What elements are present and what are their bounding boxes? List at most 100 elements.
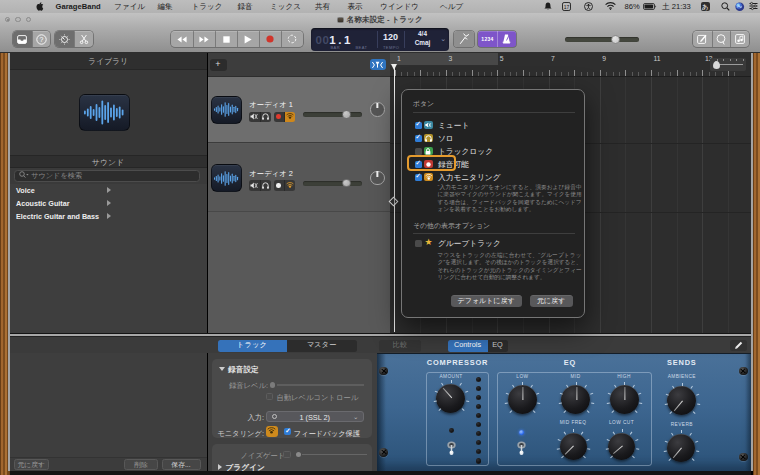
track-solo-button[interactable] bbox=[260, 112, 271, 123]
tab-eq[interactable]: EQ bbox=[488, 340, 508, 352]
tuner-button[interactable] bbox=[454, 31, 474, 47]
quick-help-button[interactable]: ? bbox=[32, 31, 51, 47]
track-lock-checkbox[interactable] bbox=[415, 148, 422, 155]
group-track-checkbox[interactable] bbox=[415, 240, 422, 247]
eq-toggle-switch[interactable] bbox=[515, 438, 528, 457]
recording-level-knob[interactable] bbox=[270, 382, 276, 388]
library-revert-button[interactable]: 元に戻す bbox=[14, 459, 50, 470]
cycle-button[interactable] bbox=[281, 31, 304, 47]
notepad-button[interactable] bbox=[693, 31, 712, 47]
reverb-knob[interactable] bbox=[667, 434, 695, 462]
add-track-button[interactable]: + bbox=[210, 59, 227, 71]
restore-defaults-button[interactable]: デフォルトに戻す bbox=[451, 295, 523, 307]
menu-record[interactable]: 録音 bbox=[238, 2, 253, 12]
section-disclosure-icon[interactable] bbox=[219, 367, 225, 371]
spotlight-search-icon[interactable] bbox=[721, 2, 730, 13]
master-volume-slider[interactable] bbox=[565, 37, 639, 42]
track-solo-button[interactable] bbox=[260, 180, 271, 191]
menu-share[interactable]: 共有 bbox=[315, 2, 330, 12]
library-toggle-button[interactable] bbox=[13, 31, 32, 47]
metronome-button[interactable] bbox=[497, 31, 516, 47]
editors-scissors-button[interactable] bbox=[74, 31, 93, 47]
ambience-knob[interactable] bbox=[667, 386, 696, 415]
tab-master[interactable]: マスター bbox=[287, 340, 357, 352]
recording-settings-header[interactable]: 録音設定 bbox=[228, 365, 259, 375]
noise-gate-knob[interactable] bbox=[296, 452, 301, 457]
sound-category-acoustic-guitar[interactable]: Acoustic Guitar bbox=[10, 197, 207, 210]
horizontal-zoom-slider[interactable] bbox=[710, 58, 746, 71]
track-pan-knob[interactable] bbox=[370, 102, 385, 117]
smart-controls-button[interactable] bbox=[55, 31, 74, 47]
control-center-icon[interactable] bbox=[749, 2, 758, 12]
loop-browser-button[interactable] bbox=[712, 31, 731, 47]
option-row-mute[interactable]: ミュート bbox=[402, 119, 584, 132]
track-volume-knob[interactable] bbox=[342, 179, 351, 188]
mid-knob[interactable] bbox=[561, 385, 590, 414]
noise-gate-checkbox[interactable] bbox=[283, 451, 291, 458]
feedback-protection-checkbox[interactable] bbox=[284, 428, 291, 435]
tab-controls[interactable]: Controls bbox=[448, 340, 488, 352]
track-record-enable-button[interactable] bbox=[274, 112, 285, 123]
edit-smart-controls-button[interactable] bbox=[730, 340, 747, 351]
notification-bell-icon[interactable] bbox=[544, 2, 552, 13]
library-delete-button[interactable]: 削除 bbox=[124, 459, 158, 470]
option-row-solo[interactable]: ソロ bbox=[402, 132, 584, 145]
play-button[interactable] bbox=[237, 31, 259, 47]
recording-level-slider[interactable] bbox=[277, 384, 364, 385]
track-row-audio-2[interactable]: オーディオ 2 bbox=[208, 144, 391, 212]
high-knob[interactable] bbox=[610, 385, 639, 414]
accessibility-menu-icon[interactable] bbox=[584, 2, 593, 13]
option-row-input-monitoring[interactable]: 入力モニタリング bbox=[402, 171, 584, 184]
track-name-label[interactable]: オーディオ 1 bbox=[249, 100, 293, 110]
track-header-filter-button[interactable] bbox=[370, 59, 387, 70]
low-cut-knob[interactable] bbox=[608, 433, 635, 460]
plugins-disclosure-icon[interactable] bbox=[218, 464, 222, 470]
menu-help[interactable]: ヘルプ bbox=[440, 2, 463, 12]
clock-label[interactable]: 土 21:33 bbox=[662, 2, 691, 12]
low-knob[interactable] bbox=[508, 385, 537, 414]
track-volume-knob[interactable] bbox=[342, 110, 351, 119]
master-volume-knob[interactable] bbox=[611, 35, 620, 44]
wifi-menu-icon[interactable] bbox=[605, 2, 616, 12]
track-input-monitoring-button[interactable] bbox=[284, 112, 295, 123]
amount-knob[interactable] bbox=[436, 384, 465, 413]
popover-revert-button[interactable]: 元に戻す bbox=[530, 295, 573, 307]
sound-search-input[interactable]: サウンドを検索 bbox=[14, 170, 200, 182]
apple-menu-icon[interactable] bbox=[36, 2, 44, 13]
mute-checkbox[interactable] bbox=[415, 122, 422, 129]
menu-track[interactable]: トラック bbox=[192, 2, 223, 12]
input-source-dropdown[interactable]: 1 (SSL 2) ⌄ bbox=[266, 411, 364, 423]
auto-level-checkbox[interactable] bbox=[266, 393, 273, 400]
stop-button[interactable] bbox=[215, 31, 237, 47]
noise-gate-slider[interactable] bbox=[302, 454, 367, 455]
menu-mix[interactable]: ミックス bbox=[270, 2, 301, 12]
mid-freq-knob[interactable] bbox=[560, 433, 587, 460]
lcd-display[interactable]: 001.1 BAR BEAT 120 TEMPO 4/4 Cmaj ⌄ bbox=[311, 28, 450, 51]
zoom-slider-handle[interactable] bbox=[713, 61, 720, 69]
track-row-audio-1[interactable]: オーディオ 1 bbox=[208, 77, 391, 143]
playhead-handle[interactable] bbox=[391, 64, 397, 70]
track-mute-button[interactable] bbox=[249, 180, 260, 191]
calendar-menu-icon[interactable]: 17 bbox=[562, 2, 571, 13]
count-in-button[interactable]: 1234 bbox=[478, 31, 497, 47]
bar-ruler[interactable]: 135791113 bbox=[390, 53, 751, 77]
compressor-toggle-switch[interactable] bbox=[445, 438, 458, 457]
track-volume-slider[interactable] bbox=[303, 112, 362, 117]
sound-category-voice[interactable]: Voice bbox=[10, 184, 207, 197]
compare-button[interactable]: 比較 bbox=[379, 340, 421, 352]
sound-category-electric-guitar-bass[interactable]: Electric Guitar and Bass bbox=[10, 210, 207, 223]
media-browser-button[interactable] bbox=[730, 31, 749, 47]
forward-button[interactable] bbox=[193, 31, 215, 47]
track-record-enable-button[interactable] bbox=[274, 180, 285, 191]
track-name-label[interactable]: オーディオ 2 bbox=[249, 169, 293, 179]
option-row-group-track[interactable]: ★ グループトラック bbox=[402, 237, 584, 250]
menu-file[interactable]: ファイル bbox=[114, 2, 145, 12]
menu-edit[interactable]: 編集 bbox=[158, 2, 173, 12]
track-mute-button[interactable] bbox=[249, 112, 260, 123]
menu-view[interactable]: 表示 bbox=[348, 2, 363, 12]
lcd-dropdown-chevron[interactable]: ⌄ bbox=[440, 35, 446, 43]
input-monitoring-checkbox[interactable] bbox=[415, 174, 422, 181]
solo-checkbox[interactable] bbox=[415, 135, 422, 142]
menu-window[interactable]: ウインドウ bbox=[380, 2, 419, 12]
monitoring-toggle-button[interactable] bbox=[266, 426, 278, 438]
